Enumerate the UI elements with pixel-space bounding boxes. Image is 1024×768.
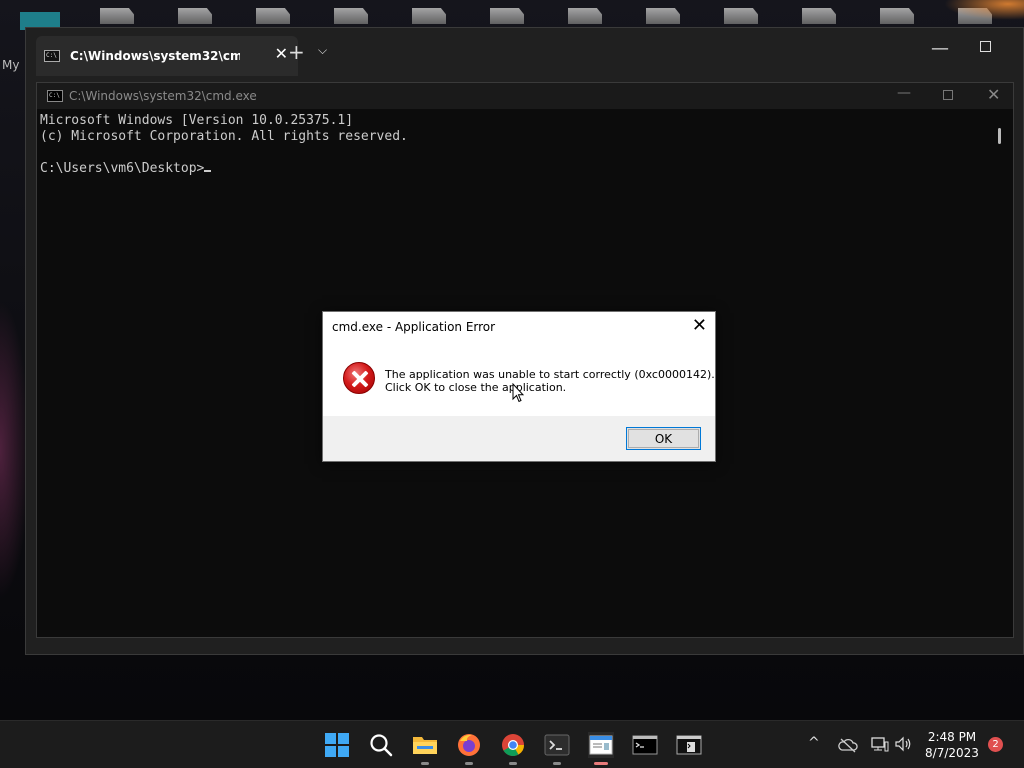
mouse-cursor-icon [512, 383, 524, 403]
error-icon [343, 362, 375, 394]
dialog-body: The application was unable to start corr… [323, 342, 715, 418]
console-prompt: C:\Users\vm6\Desktop> [40, 161, 205, 176]
running-indicator [509, 762, 517, 765]
running-indicator [421, 762, 429, 765]
desktop-icon[interactable] [412, 8, 446, 24]
clock[interactable]: 2:48 PM 8/7/2023 [918, 729, 986, 761]
maximize-button[interactable] [980, 41, 991, 52]
dialog-title-bar[interactable]: cmd.exe - Application Error ✕ [323, 312, 715, 342]
terminal-tab[interactable]: C:\ C:\Windows\system32\cmd.exe ✕ [36, 36, 298, 76]
desktop-wallpaper-highlight [944, 0, 1024, 20]
running-indicator [465, 762, 473, 765]
tray-chevron-icon[interactable]: ^ [808, 735, 820, 751]
cmd-maximize-button[interactable] [943, 90, 953, 100]
console-prompt-line: C:\Users\vm6\Desktop> [40, 161, 408, 177]
ok-button[interactable]: OK [626, 427, 701, 450]
console-output[interactable]: Microsoft Windows [Version 10.0.25375.1]… [40, 113, 408, 177]
file-explorer-icon[interactable] [412, 732, 438, 765]
desktop-icon[interactable] [568, 8, 602, 24]
desktop-icon[interactable] [256, 8, 290, 24]
dialog-close-button[interactable]: ✕ [692, 316, 707, 336]
desktop-icon[interactable] [100, 8, 134, 24]
desktop-icon[interactable] [646, 8, 680, 24]
running-indicator [594, 762, 608, 765]
new-tab-button[interactable]: + [288, 40, 305, 64]
desktop-icon-label: My [2, 58, 20, 72]
tab-title: C:\Windows\system32\cmd.exe [70, 49, 240, 63]
error-message-line: Click OK to close the application. [385, 381, 567, 394]
tab-dropdown-icon[interactable]: ⌵ [318, 43, 327, 58]
desktop-icon[interactable] [880, 8, 914, 24]
terminal-icon[interactable] [544, 732, 570, 765]
firefox-icon[interactable] [456, 732, 482, 765]
clock-date: 8/7/2023 [925, 746, 979, 760]
text-cursor [204, 170, 212, 172]
dialog-footer: OK [323, 416, 715, 461]
error-message-line: The application was unable to start corr… [385, 368, 715, 381]
dialog-title: cmd.exe - Application Error [332, 320, 496, 334]
cmd-window-title: C:\Windows\system32\cmd.exe [69, 89, 257, 103]
clock-time: 2:48 PM [927, 730, 977, 744]
volume-icon[interactable] [894, 736, 914, 752]
desktop-icon[interactable] [178, 8, 212, 24]
cmd-title-bar[interactable]: C:\ C:\Windows\system32\cmd.exe — ✕ [37, 83, 1013, 109]
desktop-icon[interactable] [334, 8, 368, 24]
notification-badge[interactable]: 2 [988, 737, 1003, 752]
cmd-minimize-button[interactable]: — [897, 85, 911, 101]
console-line: (c) Microsoft Corporation. All rights re… [40, 129, 408, 144]
windows-start-icon[interactable] [324, 732, 350, 758]
desktop-icon[interactable] [724, 8, 758, 24]
search-icon[interactable] [368, 732, 394, 758]
tab-close-icon[interactable]: ✕ [275, 46, 288, 62]
error-message: The application was unable to start corr… [385, 368, 715, 394]
minimize-button[interactable]: — [931, 38, 949, 59]
notepad-icon[interactable] [588, 732, 614, 765]
console-line: Microsoft Windows [Version 10.0.25375.1] [40, 113, 354, 128]
cmd-icon: C:\ [47, 90, 63, 102]
chrome-icon[interactable] [500, 732, 526, 765]
cmd-icon: C:\ [44, 50, 60, 62]
cmd-icon[interactable] [632, 732, 658, 758]
terminal-tab-bar: C:\ C:\Windows\system32\cmd.exe ✕ + ⌵ — [26, 28, 1023, 76]
network-icon[interactable] [870, 736, 890, 752]
cmd-close-button[interactable]: ✕ [987, 85, 1000, 104]
onedrive-offline-icon[interactable] [838, 737, 858, 753]
taskmgr-icon[interactable] [676, 732, 702, 758]
taskbar: ^ 2:48 PM 8/7/2023 2 [0, 720, 1024, 768]
desktop-icon[interactable] [802, 8, 836, 24]
desktop-icon[interactable] [490, 8, 524, 24]
scrollbar-thumb[interactable] [998, 128, 1001, 144]
running-indicator [553, 762, 561, 765]
